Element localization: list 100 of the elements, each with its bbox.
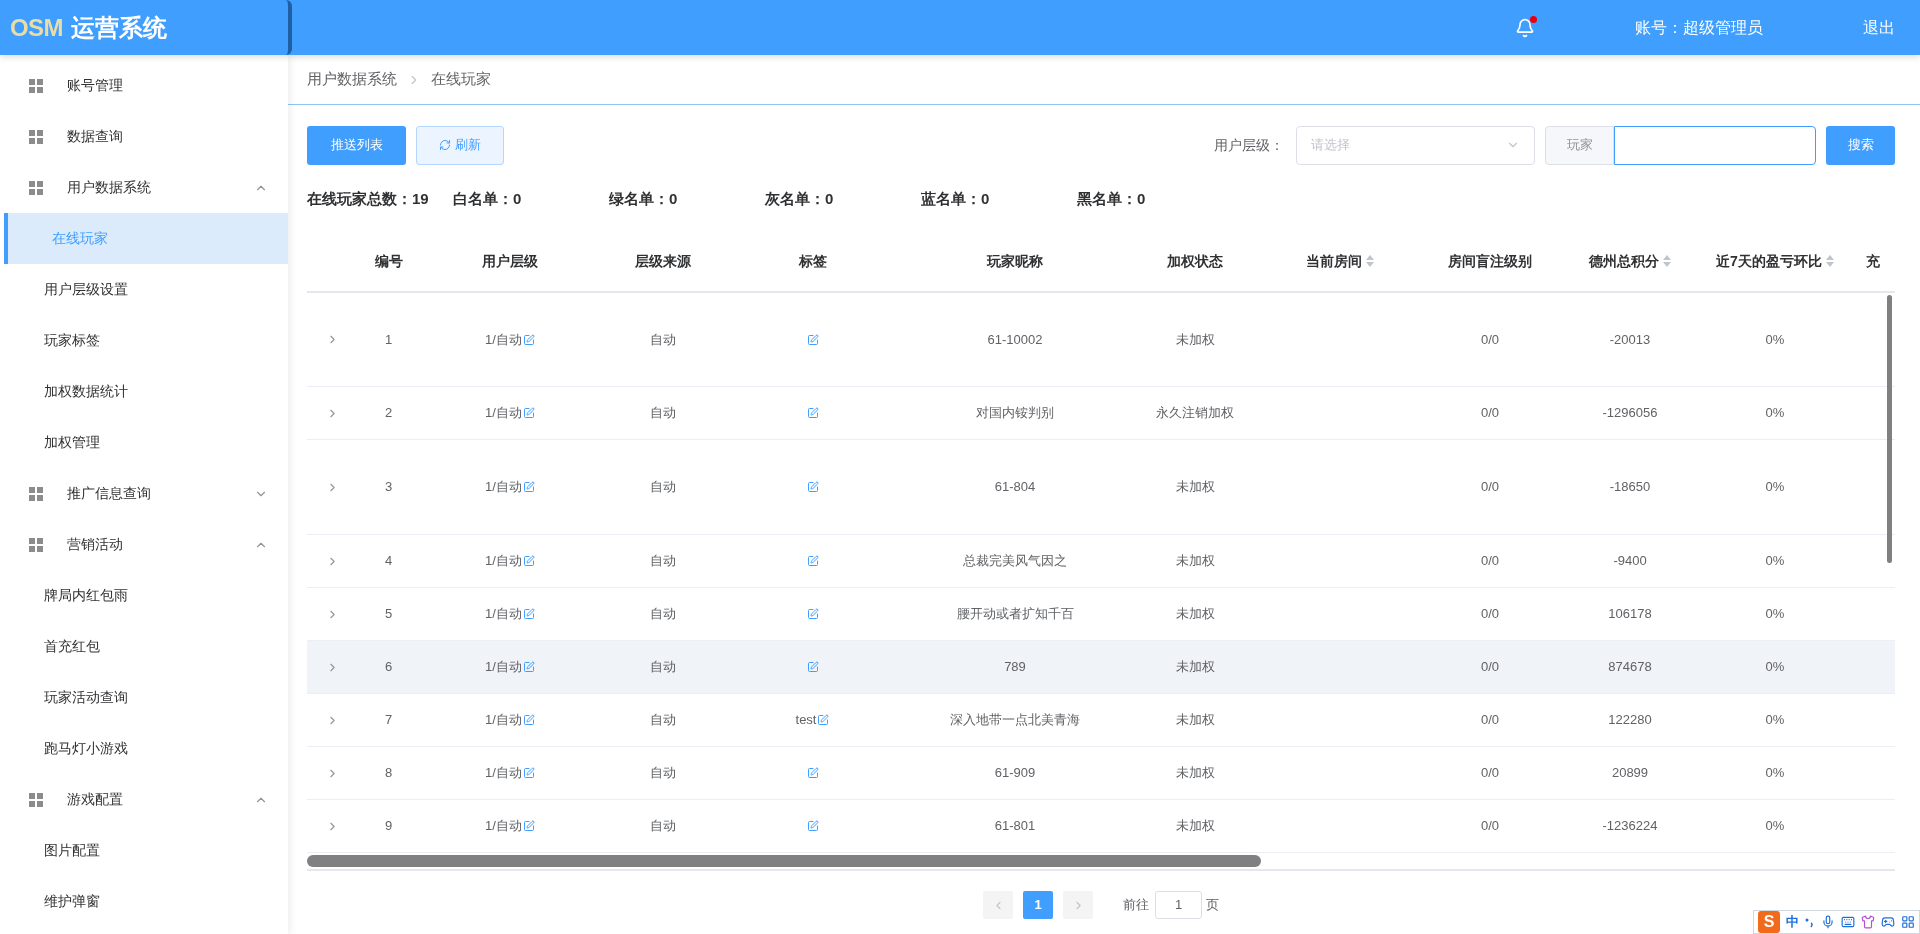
table-cell-text: 0/0	[1480, 330, 1500, 349]
menu-group-label: 用户数据系统	[67, 178, 152, 197]
table-cell-text: 未加权	[1175, 605, 1215, 624]
edit-icon[interactable]	[522, 608, 535, 620]
grid-icon	[29, 180, 43, 195]
menu-item[interactable]: 加权数据统计	[0, 366, 288, 417]
menu-item[interactable]: 图片配置	[0, 825, 288, 876]
menu-group[interactable]: 账号管理	[0, 60, 288, 111]
table-cell-text: 腰开动或者扩知千百	[956, 605, 1074, 624]
menu-group[interactable]: 数据查询	[0, 111, 288, 162]
grid-icon	[29, 792, 43, 807]
edit-icon[interactable]	[807, 608, 819, 620]
keyboard-icon[interactable]	[1841, 915, 1855, 929]
menu-group[interactable]: 推广信息查询	[0, 468, 288, 519]
table-cell-text: 1/自动	[485, 404, 522, 423]
table-cell-text: 1/自动	[485, 711, 522, 730]
table-cell-text: 0%	[1765, 478, 1785, 497]
menu-group-label: 账号管理	[67, 76, 124, 95]
menu-item[interactable]: 玩家活动查询	[0, 672, 288, 723]
edit-icon[interactable]	[807, 767, 819, 779]
edit-icon[interactable]	[807, 555, 819, 567]
punctuation-icon[interactable]	[1805, 916, 1815, 928]
edit-icon[interactable]	[522, 714, 535, 726]
table-cell-text: 0/0	[1480, 404, 1500, 423]
microphone-icon[interactable]	[1821, 915, 1835, 929]
column-header: 编号	[374, 251, 403, 271]
edit-icon[interactable]	[522, 555, 535, 567]
logo-mark: OSM	[10, 12, 63, 43]
table-cell-text: 0/0	[1480, 817, 1500, 836]
table-cell-text: 3	[384, 478, 393, 497]
edit-icon[interactable]	[522, 407, 535, 419]
menu-group-label: 游戏配置	[67, 790, 124, 809]
edit-icon[interactable]	[522, 481, 535, 493]
edit-icon[interactable]	[807, 481, 819, 493]
sort-icon[interactable]	[1366, 255, 1374, 267]
edit-icon[interactable]	[522, 767, 535, 779]
table-row[interactable]: 6 1/自动 自动 789 未加权 0/0 874678 0%	[307, 641, 1895, 694]
table-cell-text: 自动	[649, 711, 676, 730]
menu-item[interactable]: 维护弹窗	[0, 876, 288, 927]
table-cell-text: 自动	[649, 605, 676, 624]
table-cell-text: 自动	[649, 478, 676, 497]
menu-item[interactable]: 玩家标签	[0, 315, 288, 366]
table-cell-text: 6	[384, 658, 393, 677]
menu-item[interactable]: 加权管理	[0, 417, 288, 468]
menu-item[interactable]: 首充红包	[0, 621, 288, 672]
column-header: 房间盲注级别	[1448, 251, 1532, 271]
player-input-field[interactable]	[1614, 125, 1816, 165]
sort-icon[interactable]	[1825, 255, 1834, 267]
edit-icon[interactable]	[807, 407, 819, 419]
menu-group[interactable]: 用户数据系统	[0, 162, 288, 213]
stat-count: 蓝名单：0	[921, 188, 991, 209]
stat-count: 黑名单：0	[1077, 188, 1147, 209]
table-cell-text: 789	[1004, 658, 1026, 677]
table-cell-text: 0%	[1765, 764, 1785, 783]
menu-item[interactable]: 用户层级设置	[0, 264, 288, 315]
table-cell-text: 0/0	[1480, 552, 1500, 571]
column-header: 加权状态	[1167, 251, 1223, 271]
table-cell-text: 自动	[649, 330, 676, 349]
table-cell-text: 61-801	[994, 817, 1036, 836]
table-cell-text: 1/自动	[485, 658, 522, 677]
table-cell-text: 4	[384, 552, 393, 571]
stat-count: 绿名单：0	[609, 188, 679, 209]
table-cell-text: 未加权	[1175, 764, 1215, 783]
goto-page-field[interactable]: 1	[1155, 891, 1202, 919]
level-filter-label: 用户层级：	[1214, 135, 1284, 155]
gamepad-icon[interactable]	[1881, 915, 1895, 929]
edit-icon[interactable]	[522, 661, 535, 673]
edit-icon[interactable]	[807, 661, 819, 673]
table-cell-text: 未加权	[1175, 711, 1215, 730]
table-cell-text: 1/自动	[485, 764, 522, 783]
edit-icon[interactable]	[817, 714, 830, 726]
menu-group[interactable]: 游戏配置	[0, 774, 288, 825]
horizontal-scrollbar[interactable]	[307, 855, 1261, 867]
notification-button[interactable]	[1515, 17, 1535, 38]
menu-item[interactable]: 牌局内红包雨	[0, 570, 288, 621]
menu-group[interactable]: 营销活动	[0, 519, 288, 570]
table-cell-text: test	[795, 711, 817, 730]
shirt-icon[interactable]	[1861, 915, 1875, 929]
ime-mode[interactable]: 中	[1786, 912, 1799, 932]
edit-icon[interactable]	[807, 820, 819, 832]
table-cell-text: -20013	[1609, 330, 1651, 349]
player-field-prefix: 玩家	[1545, 125, 1614, 165]
grid-icon[interactable]	[1901, 915, 1915, 929]
edit-icon[interactable]	[522, 333, 535, 346]
breadcrumb-item[interactable]: 用户数据系统	[307, 68, 397, 91]
grid-icon	[29, 486, 43, 501]
table-cell-text: 7	[384, 711, 393, 730]
table-cell-text: 61-909	[994, 764, 1036, 783]
table-cell-text: 1/自动	[485, 478, 522, 497]
edit-icon[interactable]	[807, 333, 819, 346]
refresh-icon	[439, 139, 451, 151]
vertical-scrollbar[interactable]	[1887, 295, 1892, 563]
edit-icon[interactable]	[522, 820, 535, 832]
grid-icon	[29, 78, 43, 93]
menu-item[interactable]: 跑马灯小游戏	[0, 723, 288, 774]
sort-icon[interactable]	[1663, 255, 1671, 267]
table-cell-text: 自动	[649, 817, 676, 836]
table-cell-text: -18650	[1609, 478, 1651, 497]
table-cell-text: 1/自动	[485, 605, 522, 624]
table-cell-text: 永久注销加权	[1156, 404, 1234, 423]
